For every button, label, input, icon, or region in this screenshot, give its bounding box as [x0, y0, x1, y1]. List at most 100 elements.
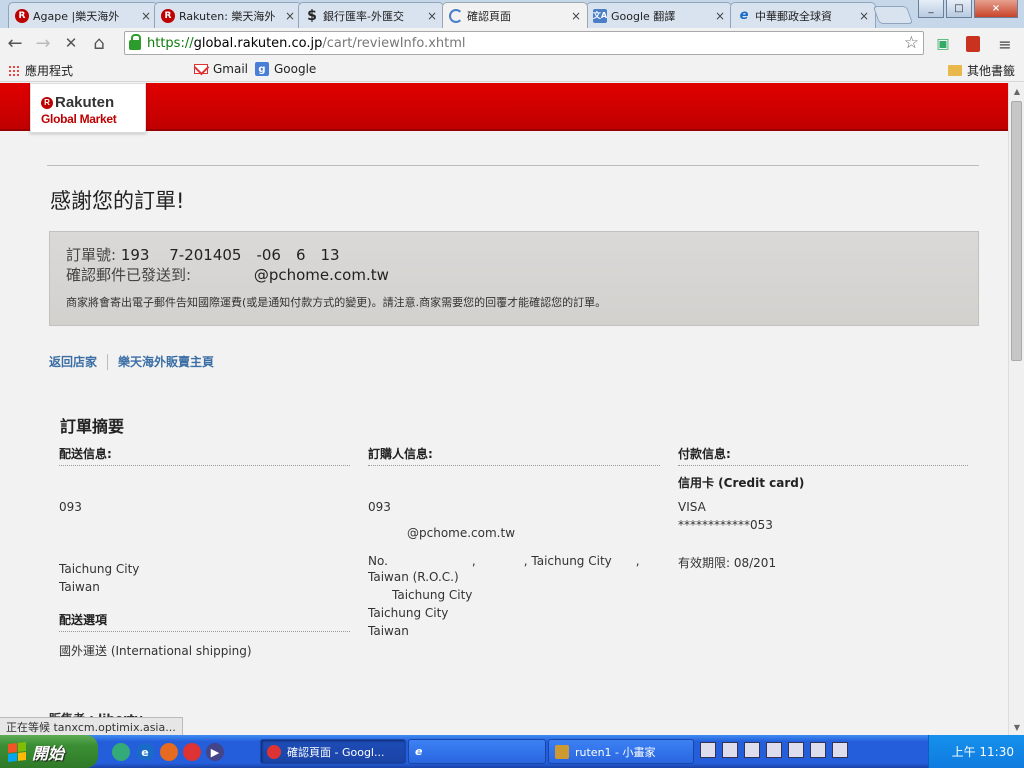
buyer-heading: 訂購人信息:: [368, 445, 660, 466]
rakuten-logo[interactable]: R Rakuten Global Market: [30, 83, 146, 133]
start-label: 開始: [32, 743, 65, 763]
notice-text: 商家將會寄出電子郵件告知國際運費(或是通知付款方式的變更)。請注意.商家需要您的…: [66, 296, 607, 309]
window-controls: _ □ ×: [918, 0, 1018, 18]
windows-flag-icon: [8, 741, 26, 762]
buyer-country: Taiwan: [368, 624, 409, 638]
close-icon[interactable]: ×: [285, 9, 295, 23]
url-path: /cart/reviewInfo.xhtml: [322, 35, 466, 51]
dollar-icon: $: [307, 7, 317, 24]
bookmark-google[interactable]: g Google: [255, 62, 316, 76]
close-icon[interactable]: ×: [427, 9, 437, 23]
folder-icon: [948, 65, 962, 76]
tab-title: Rakuten: 樂天海外: [179, 9, 276, 23]
tab-post-office[interactable]: e 中華郵政全球資 ×: [730, 2, 876, 28]
forward-button[interactable]: →: [30, 30, 56, 56]
stop-button[interactable]: ✕: [58, 30, 84, 56]
shipping-info-column: 配送信息: 093 Taichung City Taiwan 配送選項 國外運送…: [59, 445, 350, 685]
tab-exchange-rate[interactable]: $ 銀行匯率-外匯交 ×: [298, 2, 444, 28]
url-scheme: https://: [147, 35, 194, 51]
shipping-phone: 093: [59, 500, 82, 514]
gmail-icon: [194, 64, 208, 74]
tab-google-translate[interactable]: 文A Google 翻譯 ×: [586, 2, 732, 28]
shipping-city: Taichung City: [59, 562, 140, 576]
order-notice-box: 訂單號: 193 7-201405 -06 6 13 確認郵件已發送到: @pc…: [49, 231, 979, 326]
tray-app-icon[interactable]: [722, 742, 738, 758]
page-title: 感謝您的訂單!: [50, 189, 185, 213]
page-viewport: R Rakuten Global Market 感謝您的訂單! 訂單號: 193…: [0, 83, 1008, 735]
address-bar[interactable]: https://global.rakuten.co.jp/cart/review…: [124, 31, 924, 55]
tray-help-icon[interactable]: [832, 742, 848, 758]
chrome-icon: [267, 744, 281, 759]
minimize-button[interactable]: _: [918, 0, 944, 18]
system-tray-icons: [700, 742, 848, 758]
tab-confirm-page[interactable]: 確認頁面 ×: [442, 2, 588, 28]
loading-icon: [449, 8, 463, 23]
taskbar-paint-window[interactable]: ruten1 - 小畫家: [548, 739, 694, 764]
start-button[interactable]: 開始: [0, 735, 98, 768]
shipping-option-heading: 配送選項: [59, 611, 350, 632]
tab-title: 確認頁面: [467, 9, 511, 23]
order-number-value: 193 7-201405 -06 6 13: [120, 246, 340, 264]
payment-method: 信用卡 (Credit card): [678, 476, 805, 490]
email-value: @pchome.com.tw: [253, 266, 389, 284]
tray-app-icon[interactable]: [810, 742, 826, 758]
logo-bottom-text: Global Market: [41, 112, 117, 126]
order-number-label: 訂單號:: [66, 246, 117, 264]
buyer-country-roc: Taiwan (R.O.C.): [368, 570, 459, 584]
payment-info-column: 付款信息: 信用卡 (Credit card) VISA ***********…: [678, 445, 968, 685]
close-icon[interactable]: ×: [571, 9, 581, 23]
scroll-up-arrow-icon[interactable]: ▲: [1009, 83, 1024, 99]
rakuten-icon: R: [15, 8, 29, 23]
tab-title: 中華郵政全球資: [755, 9, 832, 23]
ie-icon: e: [415, 744, 423, 758]
close-icon[interactable]: ×: [859, 9, 869, 23]
extension-icon[interactable]: ▣: [932, 34, 954, 54]
rakuten-global-home-link[interactable]: 樂天海外販賣主頁: [118, 353, 214, 370]
vertical-scrollbar[interactable]: ▲ ▼: [1008, 83, 1024, 735]
quick-launch-chrome-icon[interactable]: [183, 743, 201, 761]
quick-launch-desktop-icon[interactable]: [112, 743, 130, 761]
tab-rakuten[interactable]: R Rakuten: 樂天海外 ×: [154, 2, 302, 28]
tray-app-icon[interactable]: [700, 742, 716, 758]
quick-launch-ie-icon[interactable]: e: [136, 743, 154, 761]
bookmark-apps[interactable]: 應用程式: [8, 62, 73, 79]
payment-heading: 付款信息:: [678, 445, 968, 466]
rakuten-r-icon: R: [41, 96, 53, 109]
maximize-button[interactable]: □: [946, 0, 972, 18]
back-button[interactable]: ←: [2, 30, 28, 56]
menu-icon[interactable]: ≡: [994, 34, 1016, 54]
logo-wordmark: R Rakuten: [41, 94, 145, 111]
clock[interactable]: 上午 11:30: [952, 743, 1014, 760]
back-to-store-link[interactable]: 返回店家: [49, 353, 97, 370]
bookmark-label: Gmail: [213, 62, 249, 76]
card-expiry: 有效期限: 08/201: [678, 556, 777, 570]
email-label: 確認郵件已發送到:: [66, 266, 192, 284]
taskbar-chrome-window[interactable]: 確認頁面 - Googl...: [260, 739, 406, 764]
bookmark-star-icon[interactable]: ☆: [904, 33, 919, 53]
scroll-thumb[interactable]: [1011, 101, 1022, 361]
home-button[interactable]: ⌂: [86, 30, 112, 56]
shipping-country: Taiwan: [59, 580, 100, 594]
tray-app-icon[interactable]: [744, 742, 760, 758]
tray-app-icon[interactable]: [788, 742, 804, 758]
page-links: 返回店家 樂天海外販賣主頁: [49, 353, 214, 370]
taskbar-ie-window[interactable]: e: [408, 739, 546, 764]
bookmark-other[interactable]: 其他書籤: [948, 62, 1015, 79]
task-label: 確認頁面 - Googl...: [287, 745, 385, 759]
new-tab-button[interactable]: [872, 6, 914, 24]
bookmark-gmail[interactable]: Gmail: [194, 62, 248, 76]
quick-launch-firefox-icon[interactable]: [160, 743, 178, 761]
quick-launch-media-icon[interactable]: ▶: [206, 743, 224, 761]
rakuten-icon: R: [161, 8, 175, 23]
scroll-down-arrow-icon[interactable]: ▼: [1009, 719, 1024, 735]
paint-icon: [555, 744, 569, 759]
close-window-button[interactable]: ×: [974, 0, 1018, 18]
buyer-email: @pchome.com.tw: [407, 526, 516, 540]
shipping-heading: 配送信息:: [59, 445, 350, 466]
tab-agape[interactable]: R Agape |樂天海外 ×: [8, 2, 158, 28]
extension-book-icon[interactable]: [962, 34, 984, 54]
close-icon[interactable]: ×: [715, 9, 725, 23]
close-icon[interactable]: ×: [141, 9, 151, 23]
tray-app-icon[interactable]: [766, 742, 782, 758]
logo-top-text: Rakuten: [55, 94, 115, 111]
